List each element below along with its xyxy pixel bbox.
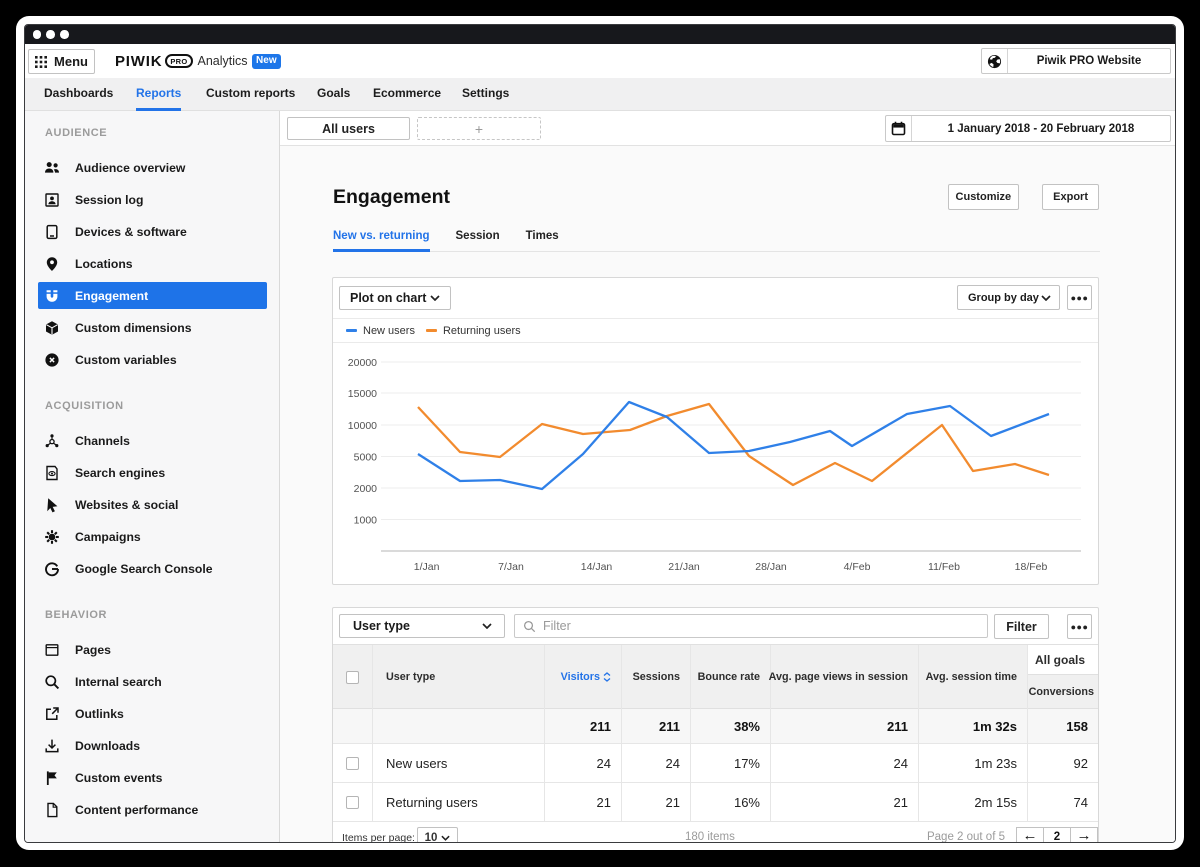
svg-text:4/Feb: 4/Feb [844,561,871,573]
svg-text:7/Jan: 7/Jan [498,561,524,573]
svg-text:14/Jan: 14/Jan [581,561,613,573]
svg-text:1000: 1000 [354,515,378,527]
svg-text:21/Jan: 21/Jan [668,561,700,573]
svg-text:15000: 15000 [348,388,377,400]
svg-text:2000: 2000 [354,483,378,495]
svg-text:5000: 5000 [354,452,378,464]
svg-text:11/Feb: 11/Feb [928,561,960,573]
svg-text:20000: 20000 [348,357,377,369]
svg-text:10000: 10000 [348,420,377,432]
svg-text:1/Jan: 1/Jan [414,561,440,573]
svg-text:28/Jan: 28/Jan [755,561,787,573]
svg-text:18/Feb: 18/Feb [1015,561,1048,573]
